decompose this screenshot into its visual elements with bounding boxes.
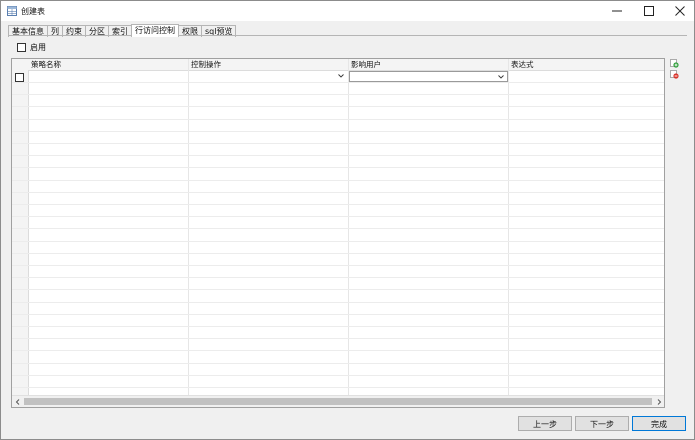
grid-header: 策略名称 控制操作 影响用户 表达式: [12, 59, 664, 71]
scrollbar-thumb[interactable]: [24, 398, 652, 405]
delete-row-icon[interactable]: [670, 70, 679, 79]
column-header-control-operation[interactable]: 控制操作: [191, 60, 221, 69]
row-line: [12, 167, 664, 168]
chevron-left-icon: [15, 398, 19, 405]
row-line: [12, 314, 664, 315]
tab-row-access-control[interactable]: 行访问控制: [131, 24, 179, 37]
row-line: [12, 204, 664, 205]
affected-users-dropdown[interactable]: [349, 71, 508, 82]
row-line: [12, 82, 664, 83]
column-header-affected-users[interactable]: 影响用户: [351, 60, 381, 69]
scroll-left-button[interactable]: [12, 396, 23, 407]
row-line: [12, 180, 664, 181]
row-line: [12, 326, 664, 327]
row-line: [12, 387, 664, 388]
chevron-down-icon: [338, 74, 344, 78]
row-line: [12, 277, 664, 278]
maximize-icon: [644, 6, 654, 16]
row-line: [12, 302, 664, 303]
row-line: [12, 375, 664, 376]
close-icon: [675, 6, 685, 16]
minimize-icon: [612, 10, 622, 12]
close-button[interactable]: [664, 1, 695, 21]
column-divider: [508, 59, 509, 395]
row-line: [12, 216, 664, 217]
row-line: [12, 155, 664, 156]
column-divider: [348, 59, 349, 395]
enable-label: 启用: [30, 43, 46, 52]
maximize-button[interactable]: [633, 1, 665, 21]
row-line: [12, 143, 664, 144]
minimize-button[interactable]: [601, 1, 633, 21]
row-line: [12, 338, 664, 339]
row-line: [12, 106, 664, 107]
row-edit-cursor: [23, 73, 24, 82]
window-title: 创建表: [21, 7, 45, 16]
add-row-icon[interactable]: [670, 59, 679, 68]
row-line: [12, 350, 664, 351]
table-icon: [7, 6, 17, 16]
control-operation-dropdown[interactable]: [189, 71, 347, 82]
chevron-down-icon: [498, 75, 504, 79]
enable-checkbox[interactable]: [17, 43, 26, 52]
row-line: [12, 94, 664, 95]
policy-grid[interactable]: 策略名称 控制操作 影响用户 表达式: [11, 58, 665, 408]
chevron-right-icon: [657, 398, 661, 405]
tab-divider: [8, 35, 687, 36]
column-divider: [188, 59, 189, 395]
row-line: [12, 131, 664, 132]
row-line: [12, 192, 664, 193]
row-line: [12, 289, 664, 290]
title-bar: 创建表: [1, 1, 694, 21]
row-line: [12, 253, 664, 254]
row-line: [12, 241, 664, 242]
create-table-dialog: 创建表 基本信息 列 约束 分区 索引 行访问控制 权限 sql预览 启用 策略…: [0, 0, 695, 440]
finish-button[interactable]: 完成: [632, 416, 686, 431]
horizontal-scrollbar[interactable]: [12, 395, 664, 407]
previous-button[interactable]: 上一步: [518, 416, 572, 431]
column-header-policy-name[interactable]: 策略名称: [31, 60, 61, 69]
row-line: [12, 228, 664, 229]
row-line: [12, 265, 664, 266]
row-line: [12, 363, 664, 364]
next-button[interactable]: 下一步: [575, 416, 629, 431]
scroll-right-button[interactable]: [653, 396, 664, 407]
row-line: [12, 119, 664, 120]
enable-toggle[interactable]: 启用: [17, 42, 46, 53]
column-header-expression[interactable]: 表达式: [511, 60, 534, 69]
